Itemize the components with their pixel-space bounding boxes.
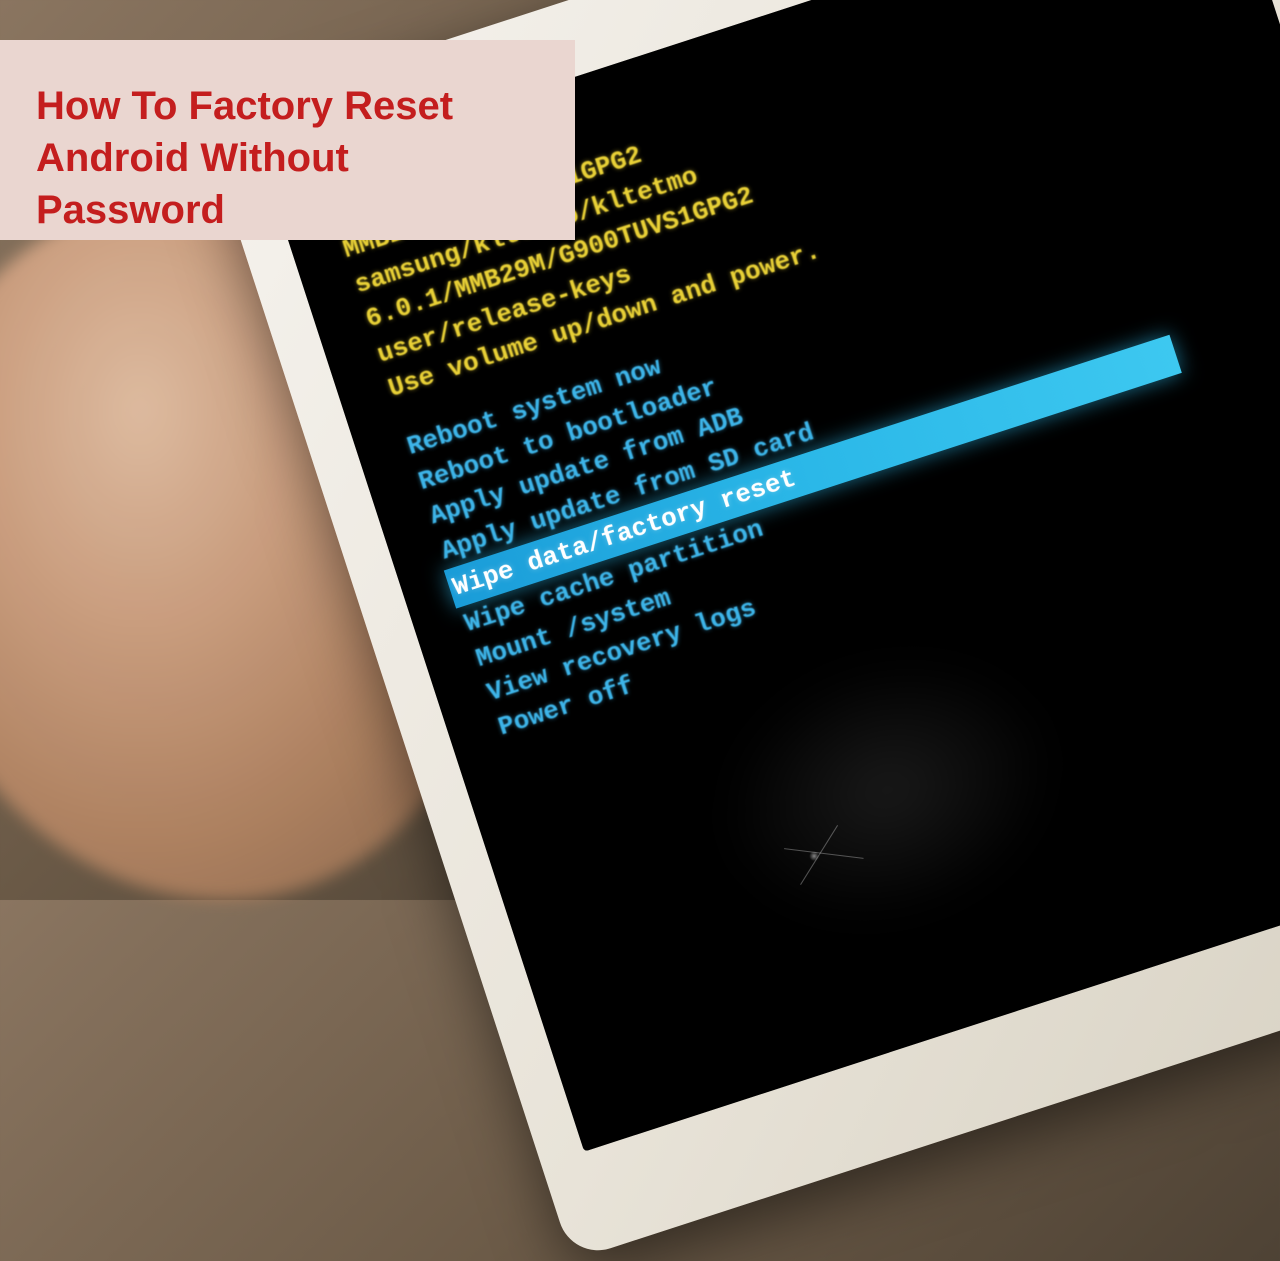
article-title-card: How To Factory Reset Android Without Pas… <box>0 40 575 240</box>
article-title: How To Factory Reset Android Without Pas… <box>36 80 539 236</box>
